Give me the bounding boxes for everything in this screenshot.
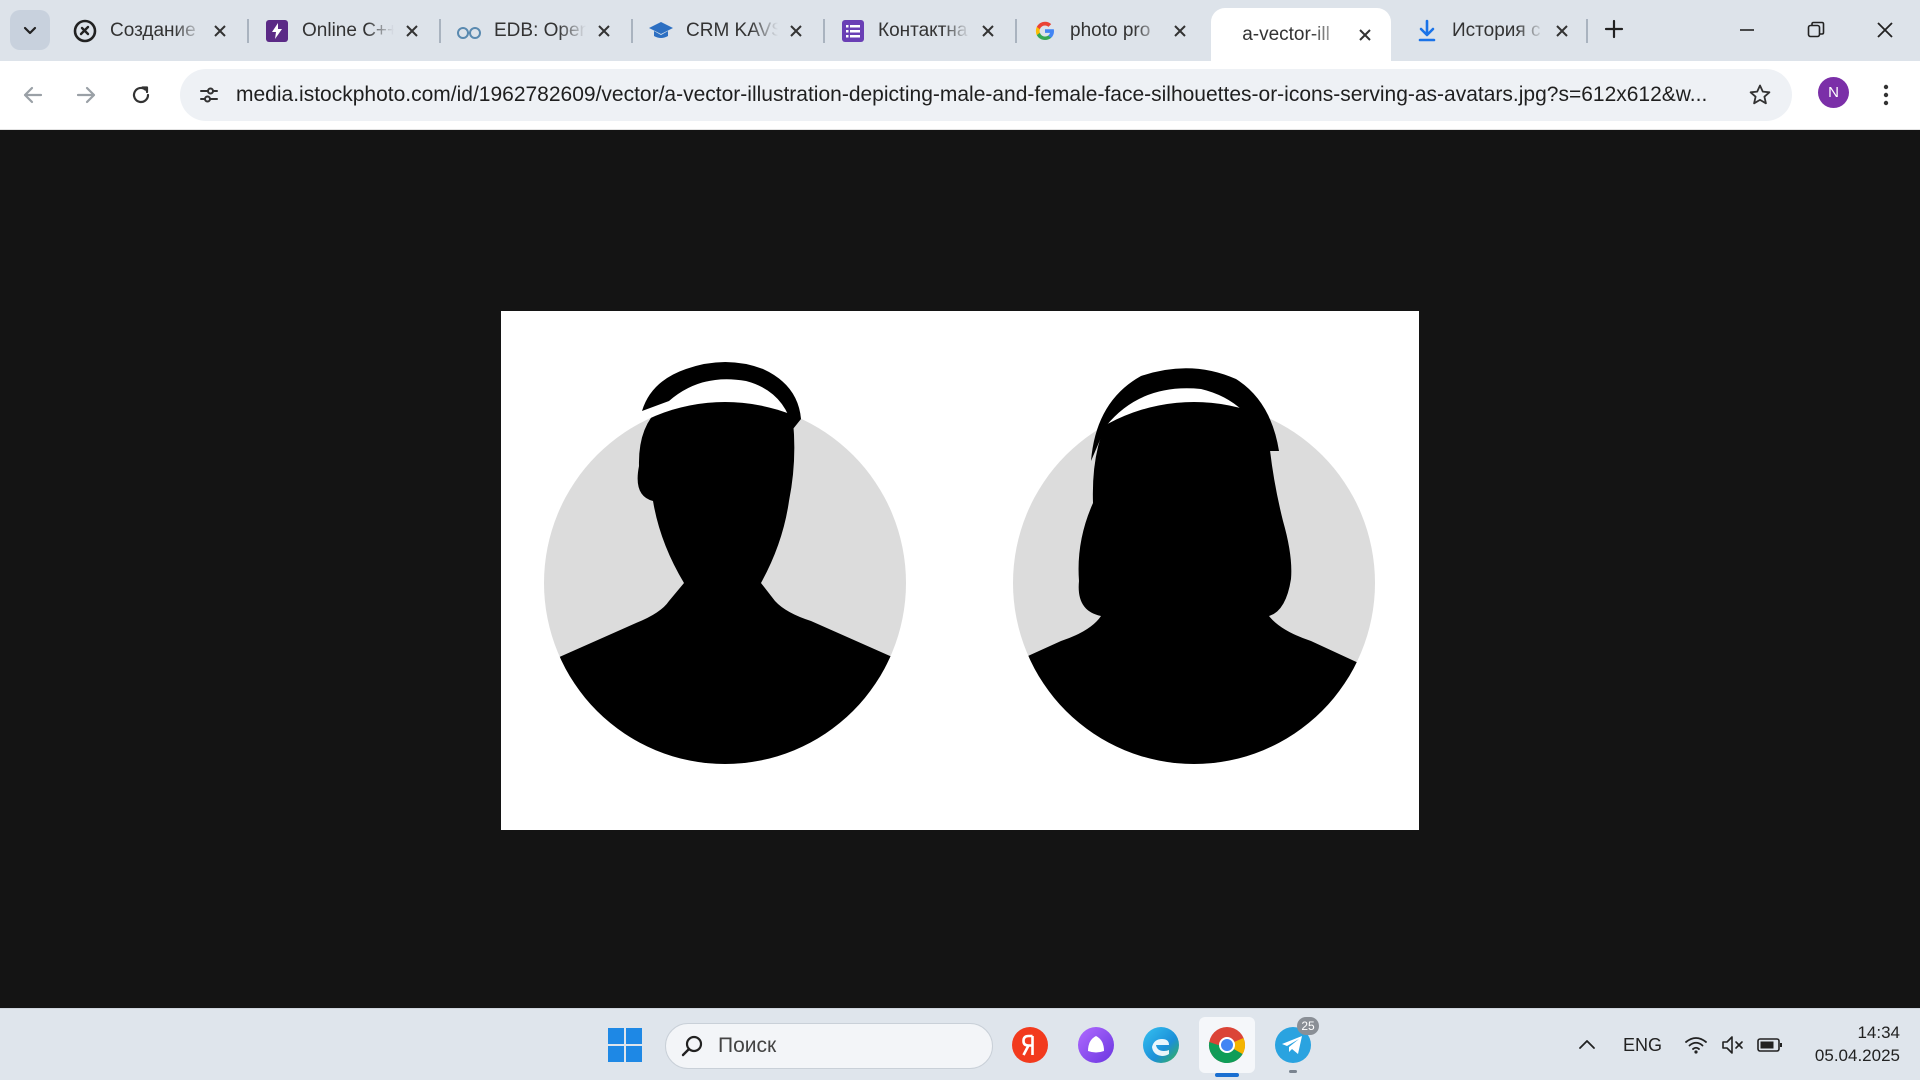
close-icon[interactable]	[1168, 19, 1192, 43]
url-text[interactable]: media.istockphoto.com/id/1962782609/vect…	[236, 83, 1711, 107]
reload-button[interactable]	[121, 75, 161, 115]
more-vertical-icon	[1883, 84, 1889, 106]
tab-photo-pro[interactable]: photo pro	[1018, 8, 1206, 54]
tab-title: Контактна	[878, 20, 968, 41]
form-list-icon	[840, 18, 866, 44]
restore-button[interactable]	[1791, 8, 1841, 52]
tab-online-cpp[interactable]: Online C++	[250, 8, 438, 54]
site-info-button[interactable]	[194, 80, 224, 110]
close-icon[interactable]	[976, 19, 1000, 43]
female-avatar-silhouette	[1013, 368, 1375, 764]
tab-sozdanie[interactable]: Создание	[58, 8, 246, 54]
battery-icon	[1757, 1038, 1782, 1052]
windows-logo-icon	[608, 1028, 642, 1062]
graduation-cap-icon	[648, 18, 674, 44]
tab-istoriya[interactable]: История с	[1400, 8, 1588, 54]
tab-strip: Создание Online C++ EDB: Open CRM KAVS К…	[0, 0, 1920, 61]
plus-icon	[1604, 19, 1624, 39]
windows-taskbar: Поиск 25 ENG 14:34 05.04.2025	[0, 1008, 1920, 1080]
notification-badge: 25	[1297, 1017, 1319, 1035]
tab-title: CRM KAVS	[686, 20, 778, 41]
yandex-icon	[1012, 1027, 1048, 1063]
language-indicator[interactable]: ENG	[1623, 1035, 1662, 1056]
telegram-taskbar[interactable]: 25	[1271, 1017, 1319, 1073]
tab-kontaktna[interactable]: Контактна	[826, 8, 1014, 54]
tab-edb[interactable]: EDB: Open	[442, 8, 630, 54]
restore-icon	[1807, 21, 1825, 38]
tab-title: photo pro	[1070, 20, 1151, 41]
tab-a-vector-active[interactable]: a-vector-ill	[1211, 8, 1391, 61]
displayed-image	[501, 311, 1419, 830]
tab-separator	[439, 19, 441, 43]
show-hidden-icons-button[interactable]	[1567, 1023, 1607, 1067]
wifi-icon	[1685, 1037, 1707, 1054]
wifi-status[interactable]	[1676, 1023, 1716, 1067]
close-window-button[interactable]	[1860, 8, 1910, 52]
battery-status[interactable]	[1750, 1023, 1790, 1067]
close-icon[interactable]	[208, 19, 232, 43]
star-icon	[1749, 84, 1771, 105]
browser-menu-button[interactable]	[1868, 75, 1904, 115]
tab-separator	[631, 19, 633, 43]
arrow-right-icon	[76, 86, 96, 104]
yandex-browser-taskbar[interactable]	[1008, 1023, 1052, 1067]
minimize-icon	[1740, 29, 1754, 31]
alice-taskbar[interactable]	[1074, 1023, 1118, 1067]
page-viewport	[0, 130, 1920, 1008]
running-app-indicator	[1289, 1070, 1297, 1073]
edge-taskbar[interactable]	[1139, 1023, 1183, 1067]
speaker-muted-icon	[1722, 1036, 1743, 1054]
tab-title: EDB: Open	[494, 20, 586, 41]
tab-crm-kavs[interactable]: CRM KAVS	[634, 8, 822, 54]
tune-icon	[200, 87, 218, 103]
search-icon	[681, 1035, 703, 1057]
active-app-indicator	[1215, 1073, 1239, 1077]
close-icon	[1877, 22, 1893, 38]
clock-time: 14:34	[1857, 1023, 1900, 1042]
back-button[interactable]	[13, 75, 53, 115]
alice-icon	[1078, 1027, 1114, 1063]
close-icon[interactable]	[400, 19, 424, 43]
close-icon[interactable]	[1353, 23, 1377, 47]
address-bar[interactable]: media.istockphoto.com/id/1962782609/vect…	[180, 69, 1792, 121]
tab-title: Online C++	[302, 20, 394, 41]
tab-separator	[823, 19, 825, 43]
taskbar-search[interactable]: Поиск	[665, 1023, 993, 1069]
tab-separator	[1586, 19, 1588, 43]
tab-title: a-vector-ill	[1242, 23, 1330, 45]
tab-separator	[1015, 19, 1017, 43]
minimize-button[interactable]	[1722, 8, 1772, 52]
bolt-icon	[264, 18, 290, 44]
male-avatar-silhouette	[544, 362, 906, 764]
loop-logo-icon	[72, 18, 98, 44]
glasses-icon	[456, 18, 482, 44]
chrome-icon	[1208, 1027, 1245, 1064]
bookmark-button[interactable]	[1746, 81, 1774, 109]
chevron-up-icon	[1579, 1040, 1595, 1049]
clock-date: 05.04.2025	[1814, 1046, 1900, 1065]
edge-icon	[1143, 1027, 1179, 1063]
search-label: Поиск	[718, 1034, 777, 1057]
volume-status[interactable]	[1713, 1023, 1753, 1067]
google-icon	[1032, 18, 1058, 44]
close-icon[interactable]	[784, 19, 808, 43]
download-icon	[1414, 18, 1440, 44]
tab-title: История с	[1452, 20, 1541, 41]
tab-separator	[247, 19, 249, 43]
arrow-left-icon	[23, 86, 43, 104]
start-button[interactable]	[603, 1023, 647, 1067]
chevron-down-icon	[23, 26, 37, 35]
chrome-taskbar[interactable]	[1199, 1017, 1255, 1077]
forward-button[interactable]	[66, 75, 106, 115]
system-clock[interactable]: 14:34 05.04.2025	[1790, 1021, 1900, 1067]
new-tab-button[interactable]	[1597, 12, 1631, 46]
tab-title: Создание	[110, 20, 196, 41]
tab-search-button[interactable]	[10, 10, 50, 50]
close-icon[interactable]	[1550, 19, 1574, 43]
close-icon[interactable]	[592, 19, 616, 43]
reload-icon	[132, 86, 150, 104]
profile-avatar[interactable]: N	[1818, 77, 1849, 108]
browser-toolbar: media.istockphoto.com/id/1962782609/vect…	[0, 61, 1920, 130]
